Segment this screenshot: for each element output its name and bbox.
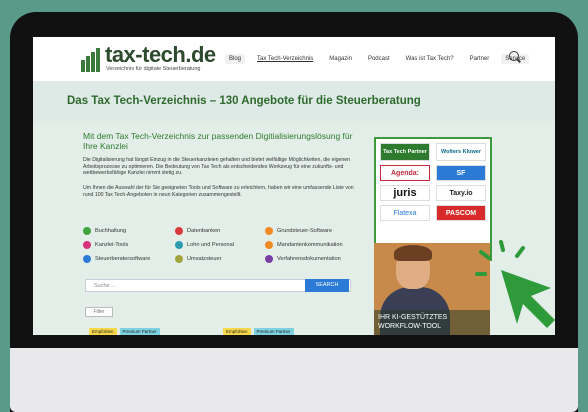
- category-verfahrensdoku[interactable]: Verfahrensdokumentation: [265, 255, 341, 263]
- monitor-chin: [10, 348, 578, 412]
- ad-flatexa[interactable]: Flatexa: [380, 205, 430, 221]
- category-steuerberatersoftware[interactable]: Steuerberatersoftware: [83, 255, 150, 263]
- ad-wolters-kluwer[interactable]: Wolters Kluwer: [436, 143, 486, 161]
- site-logo[interactable]: tax-tech.de: [105, 42, 216, 68]
- title-band: Das Tax Tech-Verzeichnis – 130 Angebote …: [33, 81, 555, 121]
- site-header: tax-tech.de Verzeichnis für digitale Ste…: [33, 37, 555, 81]
- nav-partner[interactable]: Partner: [466, 54, 494, 64]
- promo-text: IHR KI-GESTÜTZTES WORKFLOW-TOOL: [374, 310, 490, 335]
- main-nav: Blog Tax Tech-Verzeichnis Magazin Podcas…: [225, 54, 530, 64]
- intro-paragraph-1: Die Digitalisierung hat längst Einzug in…: [83, 157, 351, 177]
- category-lohn[interactable]: Lohn und Personal: [175, 241, 234, 249]
- ad-agenda[interactable]: Agenda:: [380, 165, 430, 181]
- category-buchhaltung[interactable]: Buchhaltung: [83, 227, 126, 235]
- intro-heading: Mit dem Tax Tech-Verzeichnis zur passend…: [83, 131, 353, 151]
- nav-blog[interactable]: Blog: [225, 54, 246, 64]
- tag-premium: Premium Partner: [119, 328, 160, 335]
- search-icon[interactable]: [509, 51, 519, 61]
- category-mandanten[interactable]: Mandantenkommunikation: [265, 241, 343, 249]
- promo-banner[interactable]: IHR KI-GESTÜTZTES WORKFLOW-TOOL: [374, 243, 490, 335]
- nav-magazin[interactable]: Magazin: [325, 54, 356, 64]
- category-kanzlei-tools[interactable]: Kanzlei-Tools: [83, 241, 128, 249]
- tag-empfohlen: Empfohlen: [89, 328, 117, 335]
- ad-taxy[interactable]: Taxy.io: [436, 185, 486, 201]
- tags-row-1: Empfohlen Premium Partner: [89, 328, 160, 335]
- category-grundsteuer[interactable]: Grundsteuer-Software: [265, 227, 332, 235]
- filter-button[interactable]: Filter: [85, 307, 113, 317]
- ad-juris[interactable]: juris: [380, 185, 430, 201]
- page-title: Das Tax Tech-Verzeichnis – 130 Angebote …: [67, 95, 421, 107]
- logo-icon[interactable]: [81, 48, 101, 72]
- site-tagline: Verzeichnis für digitale Steuerberatung: [106, 66, 201, 72]
- nav-verzeichnis[interactable]: Tax Tech-Verzeichnis: [253, 54, 317, 64]
- nav-was-ist[interactable]: Was ist Tax Tech?: [402, 54, 458, 64]
- category-datenbanken[interactable]: Datenbanken: [175, 227, 220, 235]
- intro-paragraph-2: Um Ihnen die Auswahl der für Sie geeigne…: [83, 185, 354, 198]
- tag-premium: Premium Partner: [253, 328, 294, 335]
- tags-row-2: Empfohlen Premium Partner: [223, 328, 294, 335]
- category-umsatzsteuer[interactable]: Umsatzsteuer: [175, 255, 222, 263]
- ad-tax-tech-partner[interactable]: Tax Tech Partner: [380, 143, 430, 161]
- ad-sf[interactable]: SF: [436, 165, 486, 181]
- click-cursor-icon: [475, 240, 565, 335]
- tag-empfohlen: Empfohlen: [223, 328, 251, 335]
- search-button[interactable]: SEARCH: [305, 279, 349, 292]
- nav-podcast[interactable]: Podcast: [364, 54, 394, 64]
- ad-pascom[interactable]: PASCOM: [436, 205, 486, 221]
